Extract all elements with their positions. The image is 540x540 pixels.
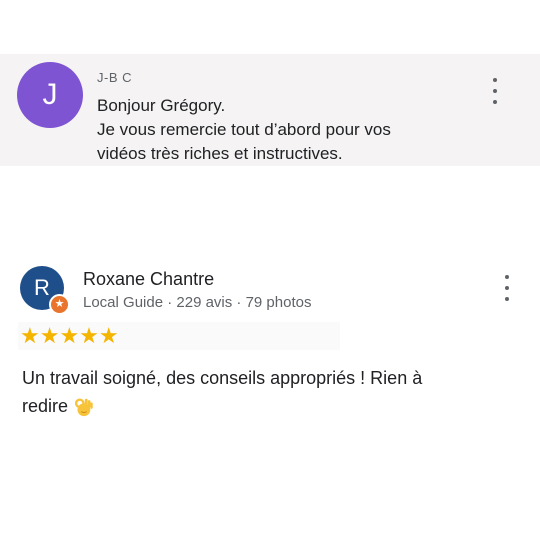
review-text-word: redire — [22, 396, 69, 416]
avatar-initial: J — [42, 78, 58, 111]
comment-line: vidéos très riches et instructives. — [97, 144, 343, 163]
rating-row: ★★★★★ — [18, 322, 340, 350]
more-vert-icon[interactable] — [490, 78, 500, 104]
reviewer-meta: Local Guide · 229 avis · 79 photos — [83, 294, 312, 311]
owner-comment-card: J J-B C Bonjour Grégory. Je vous remerci… — [0, 54, 540, 166]
avatar[interactable]: J — [17, 62, 83, 128]
review-text: Un travail soigné, des conseils appropri… — [22, 364, 492, 420]
comment-line: Bonjour Grégory. — [97, 96, 226, 115]
avatar-initial: R — [34, 275, 50, 300]
comment-line: Je vous remercie tout d’abord pour vos — [97, 120, 391, 139]
more-vert-icon[interactable] — [502, 275, 512, 301]
ok-hand-emoji-icon — [74, 398, 93, 417]
comment-body: Bonjour Grégory. Je vous remercie tout d… — [97, 94, 477, 166]
local-guide-star-icon: ★ — [49, 294, 70, 315]
comment-author: J-B C — [97, 70, 132, 85]
review-text-line: Un travail soigné, des conseils appropri… — [22, 368, 423, 388]
reviewer-name[interactable]: Roxane Chantre — [83, 269, 214, 290]
star-rating: ★★★★★ — [20, 323, 119, 348]
review-text-line: redire — [22, 392, 492, 420]
